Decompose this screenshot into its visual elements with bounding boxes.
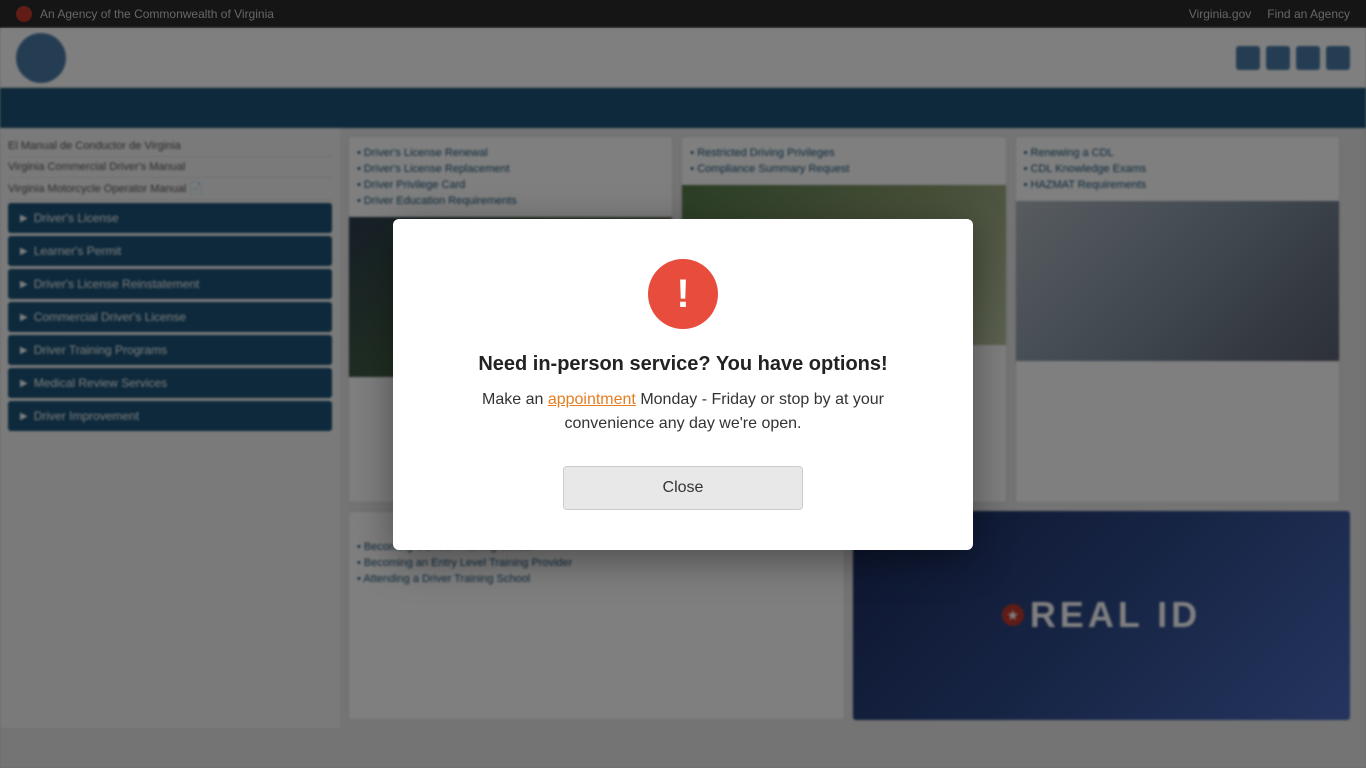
modal-body-prefix: Make an: [482, 391, 548, 408]
modal-icon-symbol: !: [676, 274, 689, 314]
modal-alert-icon: !: [648, 259, 718, 329]
appointment-link[interactable]: appointment: [548, 391, 636, 408]
modal-dialog: ! Need in-person service? You have optio…: [393, 219, 973, 550]
modal-body: Make an appointment Monday - Friday or s…: [443, 388, 923, 436]
modal-title: Need in-person service? You have options…: [443, 353, 923, 376]
modal-close-button[interactable]: Close: [563, 466, 803, 510]
modal-overlay: ! Need in-person service? You have optio…: [0, 0, 1366, 768]
